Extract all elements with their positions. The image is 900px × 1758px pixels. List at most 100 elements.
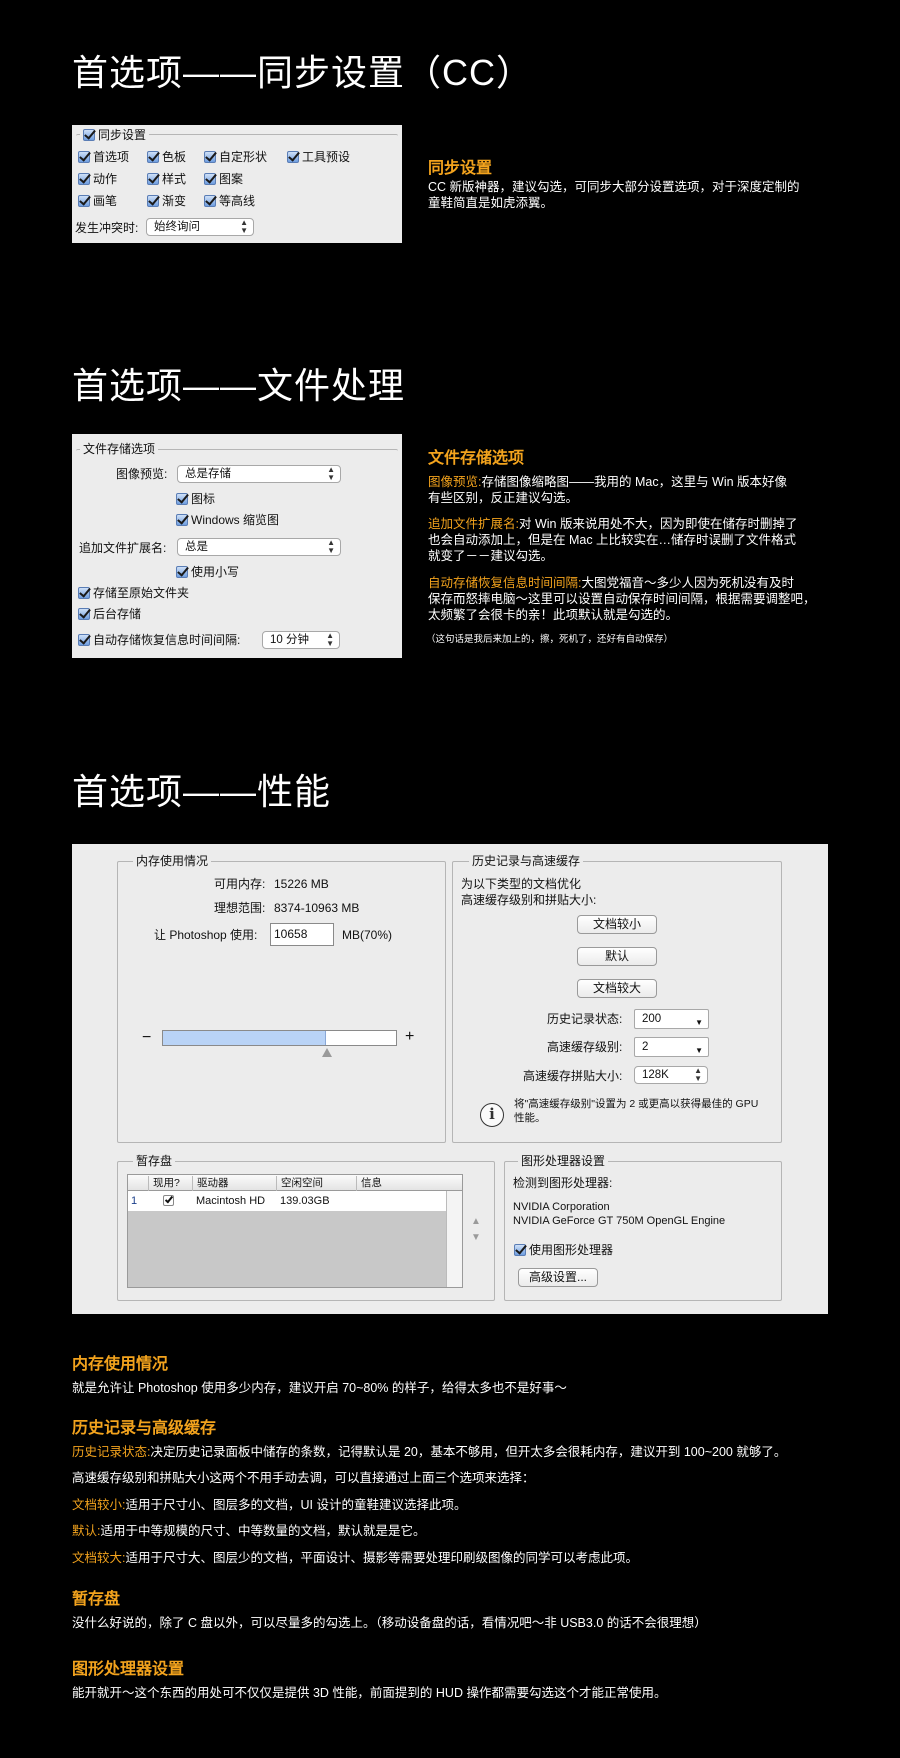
small-documents-button[interactable]: 文档较小 bbox=[577, 915, 657, 934]
memory-decrease-button[interactable]: − bbox=[142, 1030, 151, 1046]
checkbox-icon bbox=[204, 151, 216, 163]
notes-gpu-title: 图形处理器设置 bbox=[72, 1661, 185, 1678]
sync-item-tool-presets[interactable]: 工具预设 bbox=[287, 150, 350, 164]
cache-tile-size-value: 128K bbox=[642, 1069, 669, 1081]
file-desc-p2-line2: 也会自动添加上，但是在 Mac 上比较实在…储存时误删了文件格式 bbox=[428, 533, 797, 547]
column-header-free-space[interactable]: 空闲空间 bbox=[276, 1176, 323, 1191]
save-original-option[interactable]: 存储至原始文件夹 bbox=[78, 586, 189, 600]
memory-slider-thumb[interactable] bbox=[321, 1048, 332, 1057]
checkbox-icon bbox=[287, 151, 299, 163]
background-save-option[interactable]: 后台存储 bbox=[78, 607, 141, 621]
notes-default: 默认:适用于中等规模的尺寸、中等数量的文档，默认就是是它。 bbox=[72, 1523, 426, 1539]
file-desc-p2-line3: 就变了－－建议勾选。 bbox=[428, 549, 554, 563]
sync-item-gradients[interactable]: 渐变 bbox=[147, 194, 186, 208]
large-documents-button[interactable]: 文档较大 bbox=[577, 979, 657, 998]
extension-select[interactable]: 总是 ▲ ▼ bbox=[177, 538, 341, 556]
sync-item-patterns[interactable]: 图案 bbox=[204, 172, 243, 186]
sync-item-preferences[interactable]: 首选项 bbox=[78, 150, 129, 164]
checkbox-icon bbox=[78, 195, 90, 207]
sync-heading: 首选项——同步设置（CC） bbox=[72, 52, 533, 93]
sync-item-label: 工具预设 bbox=[302, 150, 351, 164]
scratch-active-checkbox[interactable] bbox=[163, 1194, 174, 1206]
sync-item-contours[interactable]: 等高线 bbox=[204, 194, 255, 208]
checkbox-icon bbox=[514, 1244, 526, 1256]
checkbox-icon bbox=[204, 195, 216, 207]
checkbox-icon bbox=[78, 634, 90, 646]
save-original-label: 存储至原始文件夹 bbox=[93, 586, 190, 600]
use-gpu-option[interactable]: 使用图形处理器 bbox=[514, 1243, 613, 1257]
autosave-label: 自动存储恢复信息时间间隔: bbox=[93, 633, 241, 647]
use-gpu-label: 使用图形处理器 bbox=[529, 1243, 614, 1257]
gpu-info-line1: 将"高速缓存级别"设置为 2 或更高以获得最佳的 GPU bbox=[514, 1098, 759, 1110]
sync-item-custom-shapes[interactable]: 自定形状 bbox=[204, 150, 267, 164]
sync-item-styles[interactable]: 样式 bbox=[147, 172, 186, 186]
sync-item-label: 色板 bbox=[162, 150, 187, 164]
file-desc-title: 文件存储选项 bbox=[428, 450, 525, 467]
checkbox-icon bbox=[147, 151, 159, 163]
checkbox-icon bbox=[78, 151, 90, 163]
memory-slider-fill bbox=[163, 1031, 327, 1045]
sync-desc-line2: 童鞋简直是如虎添翼。 bbox=[428, 196, 554, 210]
file-desc-p1-line2: 有些区别，反正建议勾选。 bbox=[428, 491, 579, 505]
memory-increase-button[interactable]: + bbox=[405, 1029, 414, 1045]
sync-group-title[interactable]: 同步设置 bbox=[80, 128, 150, 142]
windows-thumbnail-label: Windows 缩览图 bbox=[191, 513, 280, 527]
notes-memory-text: 就是允许让 Photoshop 使用多少内存，建议开启 70~80% 的样子，给… bbox=[72, 1381, 567, 1395]
notes-large-documents: 文档较大:适用于尺寸大、图层少的文档，平面设计、摄影等需要处理印刷级图像的同学可… bbox=[72, 1550, 638, 1566]
notes-key: 文档较小: bbox=[72, 1498, 126, 1512]
gpu-group-label: 图形处理器设置 bbox=[518, 1154, 609, 1168]
table-scrollbar[interactable] bbox=[446, 1191, 462, 1287]
sync-group-label: 同步设置 bbox=[98, 128, 147, 142]
table-row[interactable]: 1 Macintosh HD 139.03GB bbox=[128, 1191, 447, 1211]
move-down-arrow-icon[interactable]: ▼ bbox=[471, 1231, 481, 1245]
history-group-label: 历史记录与高速缓存 bbox=[469, 854, 584, 868]
cache-tile-size-select[interactable]: 128K ▲ ▼ bbox=[634, 1066, 708, 1084]
notes-key: 文档较大: bbox=[72, 1551, 126, 1565]
memory-slider-track[interactable] bbox=[162, 1030, 397, 1046]
history-states-combo[interactable]: 200 ▼ bbox=[634, 1009, 709, 1029]
autosave-interval-select[interactable]: 10 分钟 ▲ ▼ bbox=[262, 631, 340, 649]
gpu-model: NVIDIA GeForce GT 750M OpenGL Engine bbox=[513, 1215, 726, 1227]
memory-input[interactable]: 10658 bbox=[270, 923, 334, 946]
ideal-range-label: 理想范围: bbox=[214, 901, 266, 915]
preview-select[interactable]: 总是存储 ▲ ▼ bbox=[177, 465, 341, 483]
ideal-range-value: 8374-10963 MB bbox=[274, 901, 360, 915]
memory-group-label: 内存使用情况 bbox=[133, 854, 212, 868]
file-desc-p3-line1: 自动存储恢复信息时间间隔:大图党福音～多少人因为死机没有及时 bbox=[428, 575, 794, 591]
conflict-select[interactable]: 始终询问 ▲ ▼ bbox=[146, 218, 254, 236]
sync-item-actions[interactable]: 动作 bbox=[78, 172, 117, 186]
column-header-info[interactable]: 信息 bbox=[356, 1176, 382, 1191]
sync-item-swatches[interactable]: 色板 bbox=[147, 150, 186, 164]
checkmark-icon bbox=[164, 1194, 174, 1204]
sync-item-brushes[interactable]: 画笔 bbox=[78, 194, 117, 208]
file-settings-panel: 文件存储选项 图像预览: 总是存储 ▲ ▼ 图标 Windows 缩览图 追加文件… bbox=[72, 434, 402, 658]
sync-enable-checkbox[interactable] bbox=[83, 129, 95, 141]
advanced-settings-button[interactable]: 高级设置... bbox=[518, 1268, 598, 1287]
lowercase-option[interactable]: 使用小写 bbox=[176, 565, 239, 579]
updown-arrow-icon: ▲ ▼ bbox=[694, 1066, 702, 1083]
notes-text: 适用于尺寸小、图层多的文档，UI 设计的童鞋建议选择此项。 bbox=[125, 1498, 467, 1512]
desc-key: 图像预览: bbox=[428, 475, 482, 489]
autosave-option[interactable]: 自动存储恢复信息时间间隔: bbox=[78, 633, 240, 647]
default-button[interactable]: 默认 bbox=[577, 947, 657, 966]
move-up-arrow-icon[interactable]: ▲ bbox=[471, 1215, 481, 1229]
notes-scratch-title: 暂存盘 bbox=[72, 1591, 121, 1608]
file-desc-p1-line1: 图像预览:存储图像缩略图——我用的 Mac，这里与 Win 版本好像 bbox=[428, 474, 787, 490]
autosave-interval-value: 10 分钟 bbox=[270, 634, 309, 646]
notes-memory-title: 内存使用情况 bbox=[72, 1356, 169, 1373]
conflict-select-value: 始终询问 bbox=[154, 221, 200, 233]
sync-item-label: 自定形状 bbox=[219, 150, 268, 164]
desc-text: 对 Win 版来说用处不大，因为即使在储存时删掉了 bbox=[518, 517, 798, 531]
column-header-active[interactable]: 现用? bbox=[148, 1176, 180, 1191]
windows-thumbnail-option[interactable]: Windows 缩览图 bbox=[176, 513, 279, 527]
checkbox-icon bbox=[147, 195, 159, 207]
icon-option[interactable]: 图标 bbox=[176, 492, 215, 506]
performance-panel: 内存使用情况 可用内存: 15226 MB 理想范围: 8374-10963 M… bbox=[72, 844, 828, 1314]
notes-text: 决定历史记录面板中储存的条数，记得默认是 20，基本不够用，但开太多会很耗内存，… bbox=[150, 1445, 787, 1459]
desc-key: 追加文件扩展名: bbox=[428, 517, 519, 531]
notes-text: 适用于尺寸大、图层少的文档，平面设计、摄影等需要处理印刷级图像的同学可以考虑此项… bbox=[125, 1551, 638, 1565]
notes-key: 历史记录状态: bbox=[72, 1445, 151, 1459]
cache-levels-combo[interactable]: 2 ▼ bbox=[634, 1037, 709, 1057]
column-header-drive[interactable]: 驱动器 bbox=[192, 1176, 229, 1191]
file-desc-p3-line3: 太频繁了会很卡的亲！此项默认就是勾选的。 bbox=[428, 608, 679, 622]
